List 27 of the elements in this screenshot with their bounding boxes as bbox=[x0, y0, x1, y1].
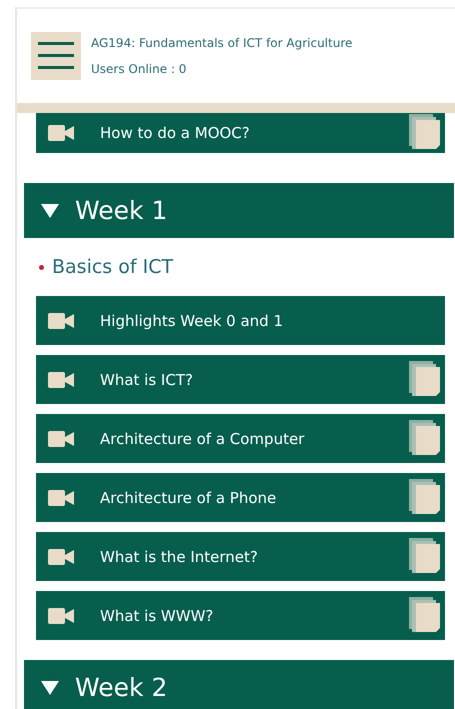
week-header[interactable]: Week 2 bbox=[24, 660, 454, 709]
video-camera-icon bbox=[48, 125, 74, 141]
documents-icon bbox=[407, 596, 443, 634]
lesson-item[interactable]: What is the Internet? bbox=[36, 532, 445, 581]
users-online: Users Online : 0 bbox=[91, 62, 188, 76]
menu-button[interactable] bbox=[31, 32, 81, 80]
documents-icon bbox=[407, 478, 443, 516]
documents-icon bbox=[407, 114, 443, 152]
video-camera-icon bbox=[48, 430, 74, 446]
documents-icon bbox=[407, 420, 443, 458]
documents-icon bbox=[407, 360, 443, 398]
bullet-icon bbox=[39, 264, 44, 270]
lesson-item[interactable]: What is WWW? bbox=[36, 591, 445, 640]
documents-icon bbox=[407, 538, 443, 576]
video-camera-icon bbox=[48, 312, 74, 328]
video-camera-icon bbox=[48, 372, 74, 388]
course-title: AG194: Fundamentals of ICT for Agriculture bbox=[91, 36, 352, 50]
lesson-item[interactable]: Architecture of a Computer bbox=[36, 414, 445, 463]
week-header[interactable]: Week 1 bbox=[24, 183, 454, 238]
lesson-item[interactable]: Highlights Week 0 and 1 bbox=[36, 296, 445, 345]
section-title: Basics of ICT bbox=[52, 256, 174, 278]
lesson-item[interactable]: How to do a MOOC? bbox=[36, 113, 445, 153]
video-camera-icon bbox=[48, 548, 74, 564]
lesson-item[interactable]: Architecture of a Phone bbox=[36, 473, 445, 522]
video-camera-icon bbox=[48, 608, 74, 624]
video-camera-icon bbox=[48, 490, 74, 506]
lesson-item[interactable]: What is ICT? bbox=[36, 355, 445, 404]
